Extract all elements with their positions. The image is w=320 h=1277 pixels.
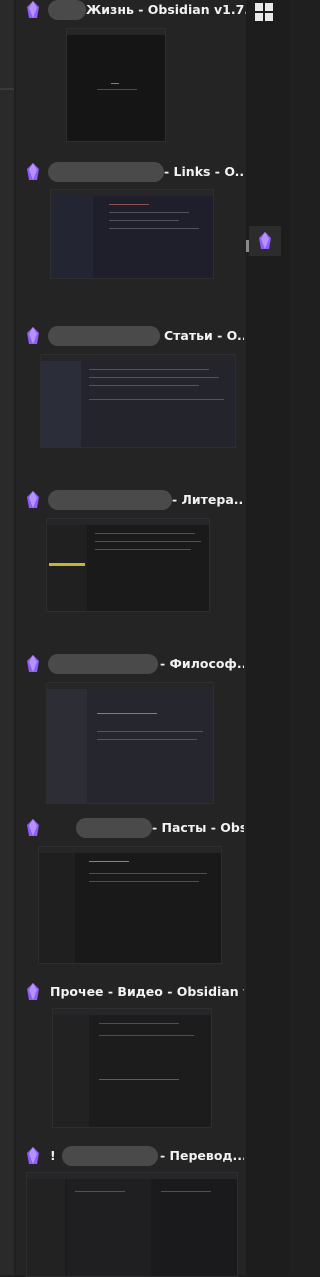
taskbar-obsidian-button[interactable] xyxy=(249,226,281,256)
windows-logo-icon[interactable] xyxy=(255,3,273,21)
window-header: Статьи - O... xyxy=(18,326,244,346)
window-preview-7[interactable]: Прочее - Видео - Obsidian v1.... xyxy=(18,982,244,1132)
window-thumbnail xyxy=(40,354,236,448)
window-title: - Пасты - Obsidi... xyxy=(152,820,244,835)
window-thumbnail xyxy=(66,28,166,142)
taskbar xyxy=(246,0,290,1275)
window-title: - Перевод... xyxy=(160,1148,244,1163)
window-title-prefix: ! xyxy=(50,1148,56,1163)
window-header: Жизнь - Obsidian v1.7.7 xyxy=(18,0,246,20)
obsidian-icon xyxy=(259,232,271,249)
obsidian-icon xyxy=(27,491,39,508)
window-header: Прочее - Видео - Obsidian v1.... xyxy=(18,982,244,1002)
window-thumbnail xyxy=(52,1008,212,1128)
window-thumbnail xyxy=(26,1172,238,1277)
window-title: - Философ... xyxy=(160,656,244,671)
left-edge-strip xyxy=(0,0,14,1275)
redacted-text xyxy=(48,162,164,182)
redacted-text xyxy=(48,490,172,510)
obsidian-icon xyxy=(27,819,39,836)
window-header: - Links - O... xyxy=(18,162,244,182)
window-title: - Links - O... xyxy=(164,164,244,179)
window-thumbnail xyxy=(38,846,222,964)
window-header: ! - Перевод... xyxy=(18,1146,244,1166)
window-thumbnail xyxy=(46,518,210,612)
window-preview-5[interactable]: - Философ... xyxy=(18,654,244,804)
obsidian-icon xyxy=(27,983,39,1000)
window-header: - Пасты - Obsidi... xyxy=(18,818,244,838)
window-title: Жизнь - Obsidian v1.7.7 xyxy=(86,2,246,17)
window-header: - Литера... xyxy=(18,490,244,510)
redacted-text xyxy=(48,654,158,674)
window-header: - Философ... xyxy=(18,654,244,674)
window-title: - Литера... xyxy=(172,492,244,507)
window-preview-1[interactable]: Жизнь - Obsidian v1.7.7 xyxy=(18,0,246,150)
redacted-text xyxy=(48,0,86,20)
obsidian-icon xyxy=(27,655,39,672)
window-thumbnail xyxy=(46,682,214,804)
obsidian-icon xyxy=(27,1,39,18)
obsidian-icon xyxy=(27,163,39,180)
redacted-text xyxy=(48,326,160,346)
redacted-text xyxy=(62,1146,158,1166)
window-preview-3[interactable]: Статьи - O... xyxy=(18,326,244,476)
window-thumbnail xyxy=(50,189,214,279)
obsidian-icon xyxy=(27,327,39,344)
redacted-text xyxy=(76,818,152,838)
obsidian-icon xyxy=(27,1147,39,1164)
window-preview-6[interactable]: - Пасты - Obsidi... xyxy=(18,818,244,968)
window-preview-4[interactable]: - Литера... xyxy=(18,490,244,640)
window-preview-2[interactable]: - Links - O... xyxy=(18,162,244,312)
window-preview-8[interactable]: ! - Перевод... xyxy=(18,1146,244,1277)
window-title: Прочее - Видео - Obsidian v1.... xyxy=(50,984,244,999)
window-title: Статьи - O... xyxy=(164,328,244,343)
